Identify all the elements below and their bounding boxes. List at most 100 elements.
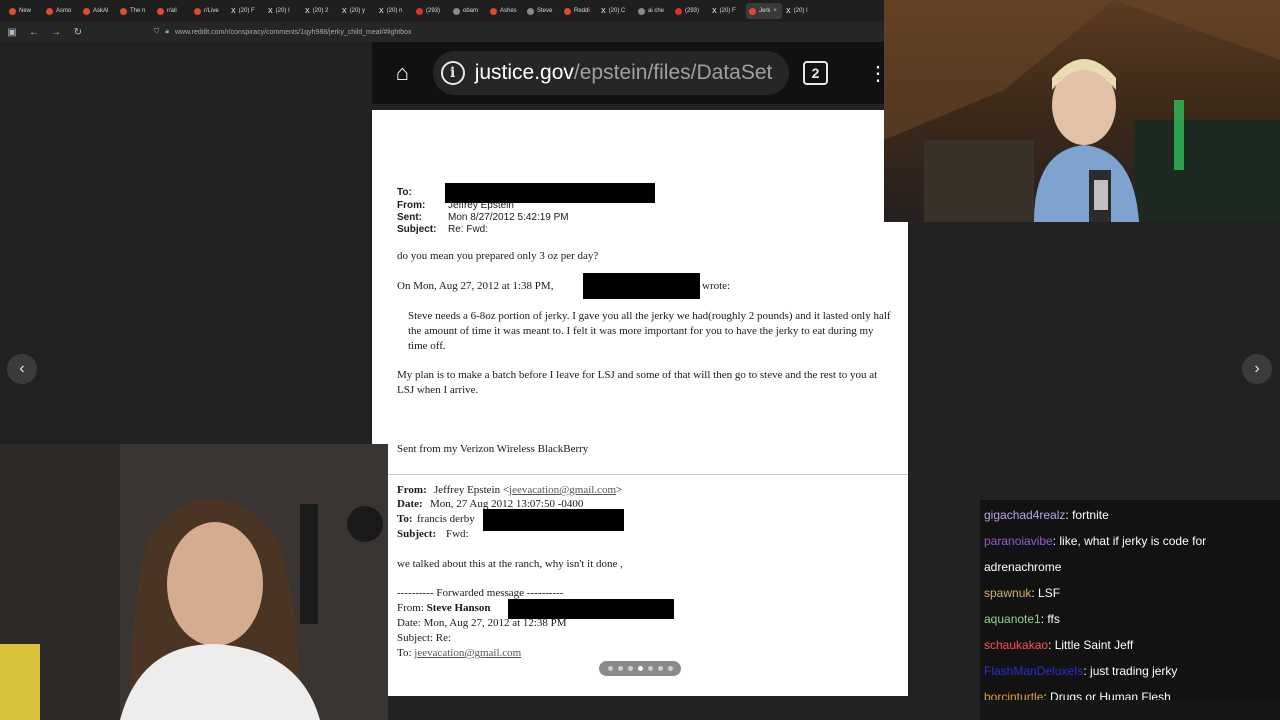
redaction-bar (583, 273, 700, 299)
home-icon: ⌂ (395, 60, 409, 85)
email2-from-label: From: (397, 484, 427, 496)
x-icon: X (231, 7, 236, 15)
browser-tab-title: Jerk (759, 8, 771, 14)
pager-dot[interactable] (607, 666, 613, 671)
chat-username[interactable]: schaukakao (984, 638, 1048, 652)
browser-tab-title: (20) y (349, 8, 366, 14)
subject-value: Re: Fwd: (448, 224, 489, 235)
pager-dot[interactable] (647, 666, 653, 671)
x-icon: X (601, 7, 606, 15)
browser-tab-title: ai che (648, 8, 665, 14)
fwd-to-label: To: (397, 647, 412, 659)
browser-tab-title: (20) F (238, 8, 255, 14)
browser-tab[interactable]: r/Live (191, 3, 227, 19)
sent-label: Sent: (397, 212, 422, 223)
pager-dot[interactable] (627, 666, 633, 671)
redaction-bar (483, 509, 624, 531)
browser-tab[interactable]: New (6, 3, 42, 19)
chat-message: schaukakao: Little Saint Jeff (984, 638, 1134, 652)
email-body-line: do you mean you prepared only 3 oz per d… (397, 250, 599, 262)
reddit-icon (749, 7, 756, 15)
close-tab-icon[interactable]: × (773, 8, 777, 14)
browser-tab[interactable]: X (20) y (339, 3, 375, 19)
browser-tab[interactable]: Reddi (561, 3, 597, 19)
browser-tab[interactable]: (293) (413, 3, 449, 19)
browser-tab-title: obam (463, 8, 479, 14)
browser-tab-title: r/Live (204, 8, 219, 14)
address-bar[interactable]: ⛉ 🔒︎ www.reddit.com/r/conspiracy/comment… (154, 28, 412, 36)
browser-tab[interactable]: AskAl (80, 3, 116, 19)
webcam-scene (884, 0, 1280, 222)
browser-tab[interactable]: X (20) F (228, 3, 264, 19)
chat-username[interactable]: aquanote1 (984, 612, 1041, 626)
pager-dot[interactable] (617, 666, 623, 671)
browser-tab[interactable]: X (20) 2 (302, 3, 338, 19)
browser-tab[interactable]: The n (117, 3, 153, 19)
reload-icon[interactable]: ↻ (72, 27, 84, 38)
chat-message: gigachad4realz: fortnite (984, 508, 1109, 522)
browser-tab[interactable]: X (20) n (376, 3, 412, 19)
pager-dot[interactable] (657, 666, 663, 671)
phone-url-pill: i justice.gov/epstein/files/DataSet (432, 51, 789, 95)
webcam-scene (0, 444, 388, 720)
browser-tab-strip: New Asmo AskAl The n r/all r/Live X (20) F X (20)… (0, 0, 890, 22)
chevron-right-icon: › (1254, 360, 1260, 377)
chat-text: Little Saint Jeff (1054, 638, 1134, 652)
browser-tab-title: (20) 2 (312, 8, 329, 14)
reddit-icon (83, 7, 90, 15)
email2-from-email-link: jeevacation@gmail.com (509, 484, 616, 496)
pager-dot-active[interactable] (637, 666, 643, 671)
chat-username[interactable]: paranoiavibe (984, 534, 1053, 548)
image-pager[interactable] (599, 661, 681, 676)
browser-tab[interactable]: Ashes (487, 3, 523, 19)
email2-from-close: > (616, 484, 623, 496)
quote-intro: On Mon, Aug 27, 2012 at 1:38 PM, (397, 280, 554, 292)
browser-tab[interactable]: obam (450, 3, 486, 19)
reddit-icon (194, 7, 201, 15)
browser-tab[interactable]: X (20) I (265, 3, 301, 19)
back-icon[interactable]: ← (28, 27, 40, 38)
chat-username[interactable]: spawnuk (984, 586, 1031, 600)
next-image-button[interactable]: › (1242, 354, 1272, 384)
browser-tab[interactable]: r/all (154, 3, 190, 19)
browser-tab[interactable]: ai che (635, 3, 671, 19)
email2-subject-label: Subject: (397, 528, 437, 540)
globe-icon (527, 7, 534, 15)
forward-icon[interactable]: → (50, 27, 62, 38)
browser-tab-title: (20) F (719, 8, 736, 14)
browser-tab[interactable]: X (20) C (598, 3, 634, 19)
youtube-icon (675, 7, 682, 15)
chat-text: fortnite (1072, 508, 1109, 522)
reddit-icon (9, 7, 16, 15)
chat-text: like, what if jerky is code for (1059, 534, 1207, 548)
second-webcam (0, 444, 388, 720)
browser-tab-title: The n (130, 8, 146, 14)
browser-nav-bar: ▣ ← → ↻ ⛉ 🔒︎ www.reddit.com/r/conspiracy… (0, 22, 890, 42)
streamer-webcam (884, 0, 1280, 222)
browser-tab[interactable]: X (20) I (783, 3, 819, 19)
email2-to-value: francis derby (417, 513, 475, 525)
chat-username[interactable]: gigachad4realz (984, 508, 1065, 522)
phone-tab-count: 2 (802, 61, 828, 85)
pager-dot[interactable] (667, 666, 673, 671)
browser-tab-title: Steve (537, 8, 553, 14)
email2-from-name: Jeffrey Epstein < (434, 484, 510, 496)
browser-tab-title: r/all (167, 8, 177, 14)
browser-tab[interactable]: X (20) F (709, 3, 745, 19)
sidebar-toggle-icon[interactable]: ▣ (6, 27, 18, 38)
email2-date-label: Date: (397, 498, 423, 510)
info-icon: i (440, 61, 465, 85)
reddit-icon (490, 7, 497, 15)
chat-username[interactable]: FlashManDeluxeIs (984, 664, 1083, 678)
previous-image-button[interactable]: ‹ (7, 354, 37, 384)
fwd-from-label: From: (397, 602, 424, 614)
browser-tab[interactable]: (293) (672, 3, 708, 19)
fwd-subject: Subject: Re: (397, 632, 452, 644)
browser-tab[interactable]: Steve (524, 3, 560, 19)
browser-tab[interactable]: Asmo (43, 3, 79, 19)
browser-tab[interactable]: Jerk × (746, 3, 782, 19)
chat-message: FlashManDeluxeIs: just trading jerky (984, 664, 1178, 678)
browser-tab-title: Ashes (500, 8, 517, 14)
chat-message: spawnuk: LSF (984, 586, 1061, 600)
email2-body: we talked about this at the ranch, why i… (397, 558, 623, 570)
